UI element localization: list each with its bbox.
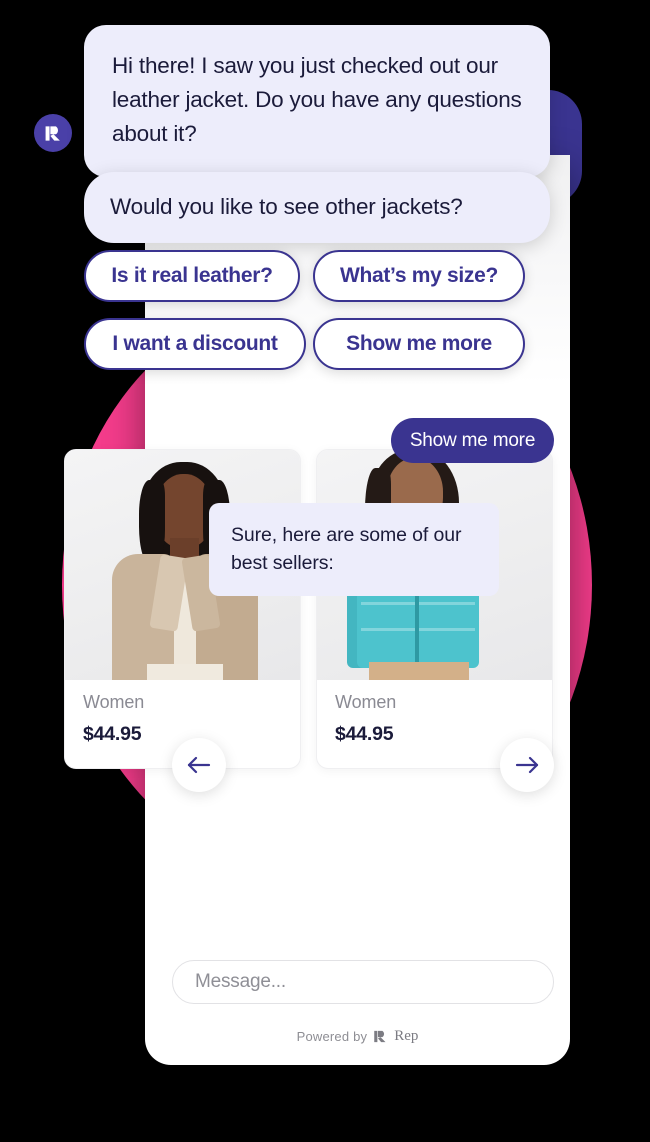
product-meta: Women $44.95 (65, 680, 300, 746)
model-pants (369, 662, 469, 680)
message-input[interactable]: Message... (172, 960, 554, 1004)
powered-by-footer: Powered by Rep (145, 1028, 570, 1045)
arrow-right-icon (515, 756, 539, 774)
rep-logo-icon (45, 125, 60, 141)
bot-message-bubble-2: Would you like to see other jackets? (84, 172, 550, 243)
rep-brand-label: Rep (394, 1028, 419, 1044)
quick-reply-is-it-real-leather[interactable]: Is it real leather? (84, 250, 300, 302)
product-category: Women (335, 692, 397, 712)
product-card[interactable]: Women $44.95 (316, 449, 553, 769)
product-meta: Women $44.95 (317, 680, 552, 746)
message-input-placeholder: Message... (195, 971, 286, 992)
carousel-prev-button[interactable] (172, 738, 226, 792)
product-card[interactable]: Women $44.95 (64, 449, 301, 769)
rep-mark-icon (374, 1030, 386, 1043)
arrow-left-icon (187, 756, 211, 774)
model-pants (147, 664, 223, 680)
bot-avatar (34, 114, 72, 152)
product-carousel: Women $44.95 Women $44.95 (64, 449, 553, 769)
quick-reply-whats-my-size[interactable]: What’s my size? (313, 250, 525, 302)
quick-reply-show-me-more[interactable]: Show me more (313, 318, 525, 370)
user-message-bubble: Show me more (391, 418, 554, 463)
chat-widget-promo-scene: Hi there! I saw you just checked out our… (0, 0, 650, 1142)
bot-message-bubble-1: Hi there! I saw you just checked out our… (84, 25, 550, 177)
powered-by-label: Powered by (296, 1029, 368, 1044)
bot-message-bubble-3: Sure, here are some of our best sellers: (209, 503, 499, 596)
product-price: $44.95 (335, 723, 394, 745)
carousel-next-button[interactable] (500, 738, 554, 792)
quick-reply-i-want-a-discount[interactable]: I want a discount (84, 318, 306, 370)
product-category: Women (83, 692, 145, 712)
